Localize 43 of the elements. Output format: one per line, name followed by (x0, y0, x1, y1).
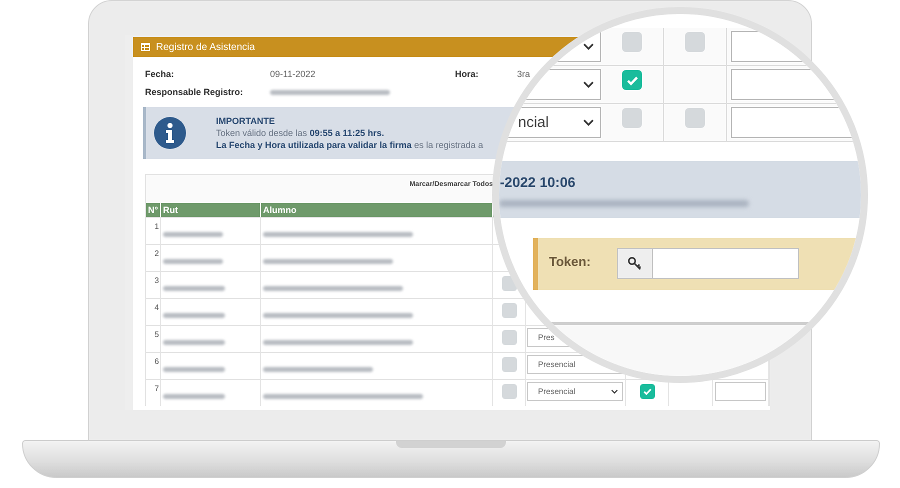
redacted-text (163, 394, 225, 399)
mode-select[interactable]: Presencial (538, 360, 576, 369)
checkbox[interactable] (685, 32, 705, 52)
row-number: 7 (146, 380, 161, 406)
table-icon (141, 43, 150, 51)
mode-select[interactable]: Pres (538, 333, 554, 342)
chevron-icon (611, 389, 618, 394)
redacted-text (163, 340, 225, 345)
checkbox[interactable] (685, 108, 705, 128)
mode-select[interactable]: Presencial (527, 382, 623, 401)
input-field[interactable] (715, 382, 766, 401)
checkbox[interactable] (502, 357, 516, 372)
redacted-text (163, 286, 225, 291)
info-icon (154, 117, 186, 149)
chevron-icon (583, 81, 594, 88)
checkbox[interactable] (622, 108, 642, 128)
key-icon (626, 256, 643, 272)
redacted-text (163, 259, 223, 264)
timestamp: l-2022 10:06 (499, 174, 576, 190)
field-value: 3ra (517, 69, 532, 79)
chevron-icon (583, 119, 594, 126)
check-icon (642, 386, 652, 397)
token-field[interactable] (616, 248, 799, 279)
redacted-text (163, 313, 225, 318)
field-label: Fecha: (145, 69, 176, 79)
redacted-text (163, 367, 225, 372)
notice-text: Token válido desde las 09:55 a 11:25 hrs. (216, 128, 386, 138)
checkbox[interactable] (622, 32, 642, 52)
notice-title: IMPORTANTE (216, 116, 276, 126)
field-value: 09-11-2022 (270, 69, 316, 79)
checkbox[interactable] (622, 70, 642, 90)
notice-text: La Fecha y Hora utilizada para validar la firma es la registrada a (216, 140, 484, 150)
field-label: Responsable Registro: (145, 87, 244, 97)
chevron-icon (583, 43, 594, 50)
checkbox[interactable] (502, 303, 516, 318)
mode-select[interactable]: ncial (518, 114, 549, 131)
redacted-text (163, 232, 223, 237)
checkbox[interactable] (502, 384, 516, 399)
token-label: Token: (549, 254, 591, 269)
field-label: Hora: (455, 69, 480, 79)
checkbox[interactable] (640, 384, 654, 399)
checkbox[interactable] (502, 330, 516, 345)
panel-title: Registro de Asistencia (156, 42, 255, 52)
